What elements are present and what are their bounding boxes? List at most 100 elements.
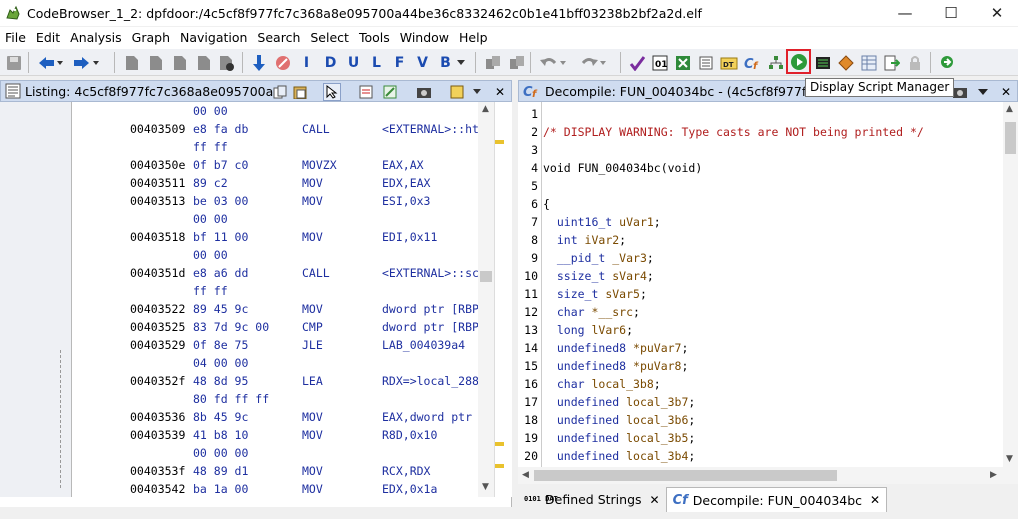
listing-row[interactable]: 00403518 bf 11 00 MOV EDI,0x11 <box>72 228 478 246</box>
code-line[interactable]: uint16_t uVar1; <box>543 213 661 231</box>
listing-vertical-scrollbar[interactable]: ▲ ▼ <box>478 102 494 497</box>
copy-icon[interactable] <box>271 83 289 101</box>
listing-row[interactable]: 00403511 89 c2 MOV EDX,EAX <box>72 174 478 192</box>
menu-analysis[interactable]: Analysis <box>65 27 127 49</box>
code-line[interactable]: size_t sVar5; <box>543 285 647 303</box>
listing-row[interactable]: 00403539 41 b8 10 MOV R8D,0x10 <box>72 426 478 444</box>
save-icon[interactable] <box>4 53 23 72</box>
merge-icon-2[interactable] <box>507 53 526 72</box>
code-line[interactable]: void FUN_004034bc(void) <box>543 159 702 177</box>
menu-help[interactable]: Help <box>454 27 493 49</box>
code-line[interactable]: char *__src; <box>543 303 640 321</box>
menu-select[interactable]: Select <box>305 27 354 49</box>
listing-row[interactable]: 00 00 <box>72 210 478 228</box>
memory-map-icon[interactable]: 01 <box>650 53 669 72</box>
code-line[interactable]: char local_3b8; <box>543 375 661 393</box>
close-icon[interactable]: ✕ <box>650 493 660 507</box>
listing-row[interactable]: 04 00 00 <box>72 354 478 372</box>
listing-row[interactable]: 0040352f 48 8d 95 LEA RDX=>local_288 <box>72 372 478 390</box>
function-letter-button[interactable]: F <box>390 53 409 72</box>
code-line[interactable]: undefined local_3b5; <box>543 429 696 447</box>
function-graph-icon[interactable] <box>766 53 785 72</box>
lock-icon[interactable] <box>905 53 924 72</box>
menu-file[interactable]: File <box>0 27 31 49</box>
listing-row[interactable]: 00403509 e8 fa db CALL <EXTERNAL>::ht <box>72 120 478 138</box>
listing-row[interactable]: ff ff <box>72 138 478 156</box>
menu-edit[interactable]: Edit <box>31 27 65 49</box>
diff-icon[interactable] <box>381 83 399 101</box>
listing-row[interactable]: 00403522 89 45 9c MOV dword ptr [RBP <box>72 300 478 318</box>
listing-row[interactable]: 00403529 0f 8e 75 JLE LAB_004039a4 <box>72 336 478 354</box>
nav-data-icon[interactable] <box>217 53 236 72</box>
nav-doc-icon-3[interactable] <box>170 53 189 72</box>
listing-row[interactable]: 00403525 83 7d 9c 00 CMP dword ptr [RBP <box>72 318 478 336</box>
code-line[interactable]: { <box>543 195 550 213</box>
check-icon[interactable] <box>627 53 646 72</box>
listing-row[interactable]: 00 00 00 <box>72 444 478 462</box>
back-arrow-icon[interactable] <box>36 53 64 72</box>
chevron-down-icon[interactable] <box>974 83 992 101</box>
symbol-table-icon[interactable] <box>859 53 878 72</box>
close-button[interactable]: ✕ <box>974 0 1018 26</box>
listing-row[interactable]: 00403513 be 03 00 MOV ESI,0x3 <box>72 192 478 210</box>
close-icon[interactable]: ✕ <box>491 83 509 101</box>
sheet-icon[interactable] <box>673 53 692 72</box>
listing-row[interactable]: 80 fd ff ff <box>72 390 478 408</box>
listing-row[interactable]: 00403542 ba 1a 00 MOV EDX,0x1a <box>72 480 478 497</box>
chevron-down-icon[interactable] <box>455 53 467 72</box>
minimize-button[interactable]: — <box>882 0 928 26</box>
maximize-button[interactable]: ☐ <box>928 0 974 26</box>
decompile-code[interactable]: /* DISPLAY WARNING: Type casts are NOT b… <box>543 102 1003 467</box>
code-line[interactable]: undefined local_3b7; <box>543 393 696 411</box>
listing-row[interactable]: 00403536 8b 45 9c MOV EAX,dword ptr <box>72 408 478 426</box>
code-line[interactable]: ssize_t sVar4; <box>543 267 654 285</box>
nav-doc-icon[interactable] <box>122 53 141 72</box>
listing-row[interactable]: ff ff <box>72 282 478 300</box>
snapshot-icon[interactable] <box>415 83 433 101</box>
undefined-letter-button[interactable]: U <box>344 53 363 72</box>
code-line[interactable]: undefined8 *puVar8; <box>543 357 689 375</box>
undo-icon[interactable] <box>538 53 568 72</box>
console-icon[interactable] <box>813 53 832 72</box>
forward-arrow-icon[interactable] <box>72 53 100 72</box>
code-line[interactable]: __pid_t _Var3; <box>543 249 654 267</box>
tab-decompile[interactable]: Cf Decompile: FUN_004034bc ✕ <box>665 487 888 512</box>
listing-row[interactable]: 0040353f 48 89 d1 MOV RCX,RDX <box>72 462 478 480</box>
menu-window[interactable]: Window <box>395 27 454 49</box>
code-line[interactable]: undefined local_3b6; <box>543 411 696 429</box>
close-icon[interactable]: ✕ <box>870 493 880 507</box>
clear-icon[interactable] <box>273 53 292 72</box>
decompile-icon[interactable]: Cf <box>743 53 762 72</box>
disassemble-letter-button[interactable]: I <box>297 53 316 72</box>
code-line[interactable]: /* DISPLAY WARNING: Type casts are NOT b… <box>543 123 924 141</box>
bookmark-letter-button[interactable]: B <box>436 53 455 72</box>
down-arrow-icon[interactable] <box>249 53 268 72</box>
export-icon[interactable] <box>882 53 901 72</box>
bookmark-icon[interactable] <box>836 53 855 72</box>
data-letter-button[interactable]: D <box>321 53 340 72</box>
listing-row[interactable]: 00 00 <box>72 102 478 120</box>
listing-row[interactable]: 0040350e 0f b7 c0 MOVZX EAX,AX <box>72 156 478 174</box>
datatype-manager-icon[interactable]: DT <box>719 53 738 72</box>
code-line[interactable]: undefined local_3b4; <box>543 447 696 465</box>
menu-search[interactable]: Search <box>252 27 305 49</box>
menu-tools[interactable]: Tools <box>354 27 395 49</box>
registers-icon[interactable] <box>696 53 715 72</box>
code-line[interactable]: int iVar2; <box>543 231 626 249</box>
code-line[interactable]: undefined8 *puVar7; <box>543 339 689 357</box>
green-arrow-icon[interactable] <box>938 53 957 72</box>
decompile-vertical-scrollbar[interactable]: ▲ ▼ <box>1003 102 1018 467</box>
menu-graph[interactable]: Graph <box>127 27 175 49</box>
decompile-horizontal-scrollbar[interactable]: ◀ ▶ <box>518 467 1018 484</box>
script-manager-button[interactable] <box>786 49 811 74</box>
options-icon[interactable] <box>448 83 466 101</box>
nav-doc-icon-2[interactable] <box>146 53 165 72</box>
listing-overview-bar[interactable] <box>494 102 512 497</box>
listing-lines[interactable]: 00 00 00403509 e8 fa db CALL <EXTERNAL>::ht f… <box>72 102 478 497</box>
paste-icon[interactable] <box>291 83 309 101</box>
close-icon[interactable]: ✕ <box>997 83 1015 101</box>
listing-row[interactable]: 00 00 <box>72 246 478 264</box>
menu-navigation[interactable]: Navigation <box>175 27 252 49</box>
code-line[interactable]: long lVar6; <box>543 321 633 339</box>
cursor-select-icon[interactable] <box>323 83 341 101</box>
